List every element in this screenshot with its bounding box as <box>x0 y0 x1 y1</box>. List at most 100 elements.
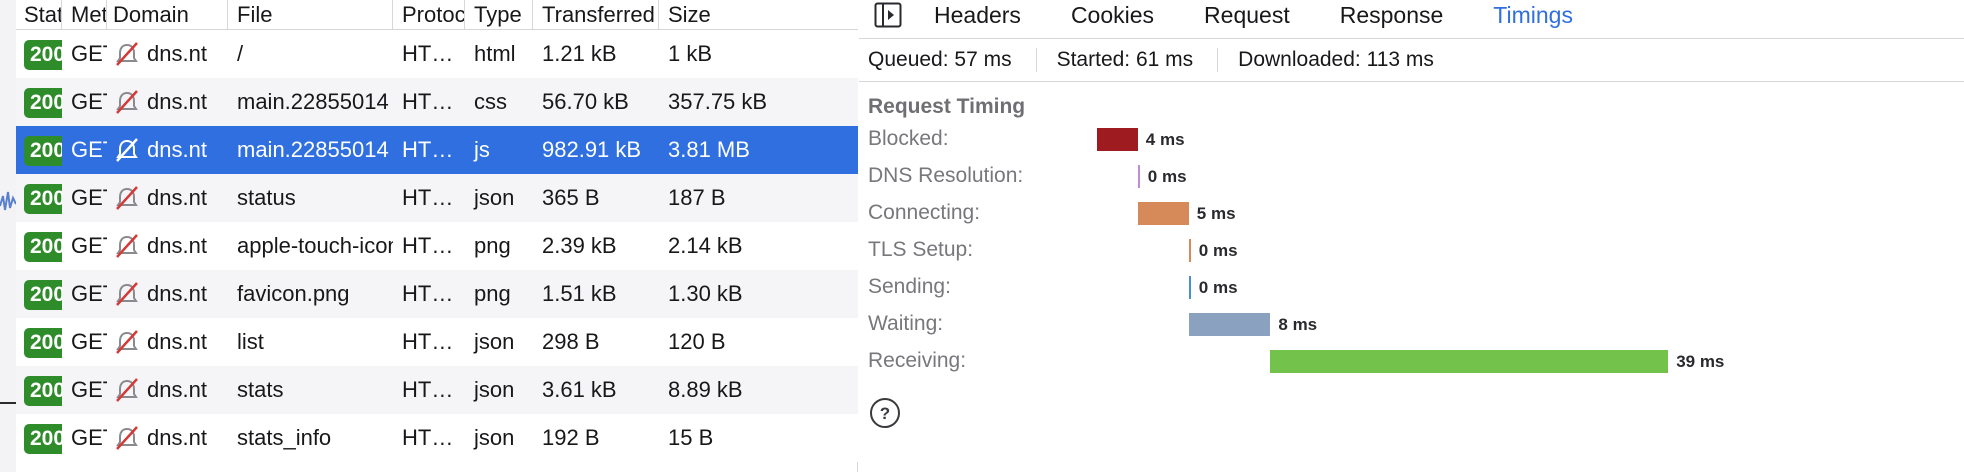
timing-value: 8 ms <box>1278 315 1318 334</box>
status-badge: 200 <box>24 184 62 214</box>
protocol-cell: HTTP/1.1 <box>402 137 465 162</box>
column-header-method[interactable]: Method <box>62 0 107 29</box>
table-row[interactable]: 200 GET dns.nt apple-touch-icon HTTP/1.1 png 2… <box>16 222 858 270</box>
size-cell: 2.14 kB <box>668 233 743 258</box>
tracker-blocked-icon <box>116 282 138 306</box>
timing-value: 5 ms <box>1196 204 1236 223</box>
domain-text: dns.nt <box>147 281 207 306</box>
method-cell: GET <box>71 41 107 66</box>
timing-row: TLS Setup: 0 ms <box>868 231 1958 268</box>
timing-bar <box>1188 239 1191 262</box>
timing-row: Receiving: 39 ms <box>868 342 1958 379</box>
table-row[interactable]: 200 GET dns.nt favicon.png HTTP/1.1 png 1.51 k… <box>16 270 858 318</box>
type-cell: json <box>474 185 515 210</box>
column-header-size[interactable]: Size <box>659 0 858 29</box>
table-body: 200 GET dns.nt / HTTP/1.1 html 1.21 kB 1 kB 200 G… <box>16 30 858 462</box>
domain-cell: dns.nt <box>107 222 228 270</box>
method-cell: GET <box>71 425 107 450</box>
details-panel: Headers Cookies Request Response Timings… <box>859 0 1964 472</box>
domain-text: dns.nt <box>147 329 207 354</box>
table-row[interactable]: 200 GET dns.nt stats_info HTTP/1.1 json 192 B 1… <box>16 414 858 462</box>
timing-value: 0 ms <box>1198 278 1238 297</box>
status-badge: 200 <box>24 328 62 358</box>
table-row[interactable]: 200 GET dns.nt main.22855014 HTTP/1.1 css 56.7… <box>16 78 858 126</box>
file-cell: apple-touch-icon <box>237 233 393 258</box>
type-cell: json <box>474 377 515 402</box>
tracker-blocked-icon <box>116 138 138 162</box>
table-row[interactable]: 200 GET dns.nt status HTTP/1.1 json 365 B 187 B <box>16 174 858 222</box>
transferred-cell: 982.91 kB <box>542 137 642 162</box>
timing-bar <box>1188 313 1271 336</box>
column-header-transferred[interactable]: Transferred <box>533 0 659 29</box>
status-cell: 200 <box>16 126 62 174</box>
transferred-cell: 1.21 kB <box>542 41 617 66</box>
size-cell: 1.30 kB <box>668 281 743 306</box>
timing-label: Blocked: <box>868 127 949 150</box>
timing-value: 0 ms <box>1198 241 1238 260</box>
column-header-domain[interactable]: Domain <box>107 0 228 29</box>
size-cell: 1 kB <box>668 41 713 66</box>
table-row[interactable]: 200 GET dns.nt / HTTP/1.1 html 1.21 kB 1 kB <box>16 30 858 78</box>
timing-row: Sending: 0 ms <box>868 268 1958 305</box>
domain-cell: dns.nt <box>107 366 228 414</box>
file-cell: status <box>237 185 296 210</box>
file-cell: main.22855014 <box>237 137 389 162</box>
table-row[interactable]: 200 GET dns.nt stats HTTP/1.1 json 3.61 kB 8.89… <box>16 366 858 414</box>
column-header-type[interactable]: Type <box>465 0 533 29</box>
status-cell: 200 <box>16 30 62 78</box>
protocol-cell: HTTP/1.1 <box>402 185 465 210</box>
details-tabbar: Headers Cookies Request Response Timings <box>859 0 1964 30</box>
method-cell: GET <box>71 185 107 210</box>
timing-row: Blocked: 4 ms <box>868 120 1958 157</box>
column-header-protocol[interactable]: Protocol <box>393 0 465 29</box>
help-icon[interactable]: ? <box>869 397 901 429</box>
transferred-cell: 2.39 kB <box>542 233 617 258</box>
timing-value: 39 ms <box>1676 352 1725 371</box>
status-cell: 200 <box>16 318 62 366</box>
overview-graph-strip <box>0 0 16 472</box>
column-header-file[interactable]: File <box>228 0 393 29</box>
type-cell: js <box>474 137 490 162</box>
table-row[interactable]: 200 GET dns.nt list HTTP/1.1 json 298 B 120 B <box>16 318 858 366</box>
type-cell: css <box>474 89 507 114</box>
size-cell: 3.81 MB <box>668 137 750 162</box>
file-cell: favicon.png <box>237 281 350 306</box>
tab-response[interactable]: Response <box>1340 0 1444 30</box>
type-cell: png <box>474 233 511 258</box>
transferred-cell: 3.61 kB <box>542 377 617 402</box>
tab-cookies[interactable]: Cookies <box>1071 0 1154 30</box>
timing-summary: Queued: 57 ms Started: 61 ms Downloaded:… <box>859 38 1964 82</box>
file-cell: stats <box>237 377 284 402</box>
timing-row: Waiting: 8 ms <box>868 305 1958 342</box>
transferred-cell: 1.51 kB <box>542 281 617 306</box>
size-cell: 8.89 kB <box>668 377 743 402</box>
file-cell: list <box>237 329 264 354</box>
request-timing-title: Request Timing <box>868 95 1026 118</box>
tab-timings[interactable]: Timings <box>1493 0 1573 30</box>
table-row[interactable]: 200 GET dns.nt main.22855014 HTTP/1.1 js 982.9… <box>16 126 858 174</box>
domain-cell: dns.nt <box>107 78 228 126</box>
protocol-cell: HTTP/1.1 <box>402 377 465 402</box>
tracker-blocked-icon <box>116 90 138 114</box>
file-cell: main.22855014 <box>237 89 389 114</box>
svg-text:?: ? <box>880 404 890 423</box>
tab-request[interactable]: Request <box>1204 0 1290 30</box>
tracker-blocked-icon <box>116 378 138 402</box>
status-badge: 200 <box>24 424 62 454</box>
column-header-status[interactable]: Status <box>16 0 62 29</box>
method-cell: GET <box>71 329 107 354</box>
status-badge: 200 <box>24 232 62 262</box>
tab-headers[interactable]: Headers <box>934 0 1021 30</box>
size-cell: 187 B <box>668 185 726 210</box>
downloaded-time: Downloaded: 113 ms <box>1238 48 1434 71</box>
started-time: Started: 61 ms <box>1037 48 1219 72</box>
tracker-blocked-icon <box>116 330 138 354</box>
status-badge: 200 <box>24 40 62 70</box>
toggle-sidebar-icon[interactable] <box>874 2 902 28</box>
status-badge: 200 <box>24 136 62 166</box>
method-cell: GET <box>71 281 107 306</box>
domain-cell: dns.nt <box>107 30 228 78</box>
transferred-cell: 365 B <box>542 185 600 210</box>
domain-text: dns.nt <box>147 233 207 258</box>
protocol-cell: HTTP/1.1 <box>402 233 465 258</box>
